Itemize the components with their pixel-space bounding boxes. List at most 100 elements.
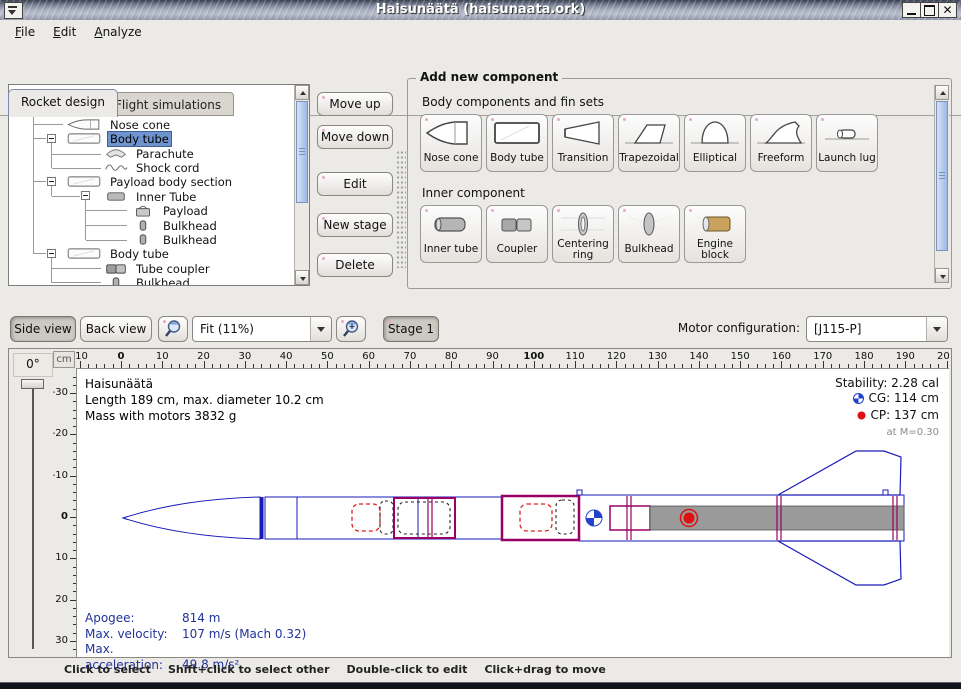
stability-value: Stability: 2.28 cal bbox=[835, 376, 939, 391]
tab-strip: Rocket designFlight simulations bbox=[0, 43, 961, 73]
horizontal-ruler: -100102030405060708090100110120130140150… bbox=[76, 351, 949, 368]
tree-item-label: Bulkhead bbox=[161, 219, 219, 233]
t-cord-icon bbox=[103, 161, 129, 174]
cp-value: CP: 137 cm bbox=[871, 408, 939, 422]
back-view-button[interactable]: Back view bbox=[80, 316, 152, 342]
tree-item-payload[interactable]: Payload bbox=[9, 203, 294, 217]
tree-expander-icon[interactable] bbox=[47, 134, 56, 143]
transition-button[interactable]: Transition bbox=[552, 114, 614, 172]
edit-button[interactable]: Edit bbox=[317, 172, 393, 196]
tree-item-bulkhead[interactable]: Bulkhead bbox=[9, 218, 294, 232]
new-stage-button[interactable]: New stage bbox=[317, 213, 393, 237]
tree-expander-icon[interactable] bbox=[47, 177, 56, 186]
move-up-button[interactable]: Move up bbox=[317, 92, 393, 116]
body-tube-icon bbox=[489, 118, 545, 148]
component-label: Centering ring bbox=[553, 239, 613, 263]
scroll-down-icon[interactable] bbox=[295, 270, 309, 285]
nose-cone-icon bbox=[423, 118, 479, 148]
rotation-angle-label: 0° bbox=[13, 353, 53, 377]
engine-block-button[interactable]: Engine block bbox=[684, 205, 746, 263]
tree-item-label: Inner Tube bbox=[134, 190, 198, 204]
tree-scrollbar[interactable] bbox=[294, 85, 309, 285]
fin-trap-icon bbox=[621, 118, 677, 148]
motor-config-label: Motor configuration: bbox=[640, 321, 800, 335]
body-tube-button[interactable]: Body tube bbox=[486, 114, 548, 172]
fin-free-icon bbox=[753, 118, 809, 148]
flight-stat-row: Apogee:814 m bbox=[85, 611, 306, 627]
tree-item-bulkhead[interactable]: Bulkhead bbox=[9, 232, 294, 246]
motor-config-value: [J115-P] bbox=[807, 317, 926, 341]
motor-config-select[interactable]: [J115-P] bbox=[806, 316, 948, 342]
minimize-button[interactable] bbox=[902, 2, 921, 18]
rotation-slider-handle[interactable] bbox=[21, 379, 44, 389]
t-bulk-icon bbox=[129, 219, 157, 232]
t-bulk-icon bbox=[103, 276, 129, 285]
t-nose-icon bbox=[65, 118, 103, 131]
coupler-button[interactable]: Coupler bbox=[486, 205, 548, 263]
menu-analyze[interactable]: Analyze bbox=[85, 22, 150, 42]
design-view: 0° cm -100102030405060708090100110120130… bbox=[8, 348, 952, 658]
inner-tube-icon bbox=[423, 209, 479, 239]
tree-item-label: Shock cord bbox=[134, 161, 201, 175]
component-label: Launch lug bbox=[818, 148, 876, 171]
nose-cone-button[interactable]: Nose cone bbox=[420, 114, 482, 172]
freeform-button[interactable]: Freeform bbox=[750, 114, 812, 172]
t-bulk-icon bbox=[129, 233, 157, 246]
scroll-up-icon[interactable] bbox=[935, 85, 949, 100]
zoom-in-button[interactable] bbox=[336, 316, 366, 342]
component-label: Transition bbox=[558, 148, 609, 171]
close-icon: ✕ bbox=[942, 4, 952, 16]
tab-rocket-design[interactable]: Rocket design bbox=[8, 89, 118, 117]
t-tube-icon bbox=[65, 132, 103, 145]
tree-item-label: Body tube bbox=[108, 247, 171, 261]
status-hint: Click+drag to move bbox=[484, 663, 605, 676]
add-component-panel: Add new component Body components and fi… bbox=[407, 78, 952, 289]
trapezoidal-button[interactable]: Trapezoidal bbox=[618, 114, 680, 172]
t-chute-icon bbox=[103, 147, 129, 160]
magnifier-minus-icon bbox=[162, 318, 184, 340]
group-label-0: Body components and fin sets bbox=[422, 95, 951, 109]
tree-item-label: Parachute bbox=[134, 147, 196, 161]
rocket-canvas[interactable]: Haisunäätä Length 189 cm, max. diameter … bbox=[76, 368, 949, 657]
zoom-level-value: Fit (11%) bbox=[193, 317, 310, 341]
menu-file[interactable]: File bbox=[6, 22, 44, 42]
scroll-down-icon[interactable] bbox=[935, 268, 949, 283]
centering-ring-button[interactable]: Centering ring bbox=[552, 205, 614, 263]
mach-note: at M=0.30 bbox=[835, 425, 939, 440]
component-label: Freeform bbox=[758, 148, 805, 171]
status-bar: Click to select Shift+click to select oth… bbox=[0, 660, 961, 682]
maximize-button[interactable] bbox=[920, 2, 939, 18]
bulkhead-button[interactable]: Bulkhead bbox=[618, 205, 680, 263]
splitter-handle[interactable] bbox=[396, 150, 406, 268]
elliptical-button[interactable]: Elliptical bbox=[684, 114, 746, 172]
tree-item-label: Payload body section bbox=[108, 175, 234, 189]
rotation-slider-track[interactable] bbox=[32, 385, 34, 649]
move-down-button[interactable]: Move down bbox=[317, 125, 393, 149]
launch-lug-button[interactable]: Launch lug bbox=[816, 114, 878, 172]
tree-item-label: Payload bbox=[161, 204, 210, 218]
scroll-up-icon[interactable] bbox=[295, 85, 309, 100]
tab-flight-simulations[interactable]: Flight simulations bbox=[102, 92, 234, 116]
t-tube-icon bbox=[65, 175, 103, 188]
title-bar[interactable]: Haisunäätä (haisunaata.ork) ✕ bbox=[0, 0, 961, 20]
status-hint: Click to select bbox=[64, 663, 151, 676]
chevron-down-icon bbox=[310, 317, 331, 341]
component-label: Trapezoidal bbox=[619, 148, 679, 171]
tree-expander-icon[interactable] bbox=[47, 249, 56, 258]
zoom-out-button[interactable] bbox=[158, 316, 188, 342]
close-button[interactable]: ✕ bbox=[938, 2, 957, 18]
component-label: Coupler bbox=[497, 239, 538, 262]
inner-tube-button[interactable]: Inner tube bbox=[420, 205, 482, 263]
fin-ell-icon bbox=[687, 118, 743, 148]
t-inner-icon bbox=[103, 190, 129, 203]
stage-1-toggle[interactable]: Stage 1 bbox=[383, 316, 439, 342]
menu-edit[interactable]: Edit bbox=[44, 22, 85, 42]
vertical-ruler: -30-20-100102030 bbox=[53, 368, 76, 656]
delete-button[interactable]: Delete bbox=[317, 253, 393, 277]
zoom-level-select[interactable]: Fit (11%) bbox=[192, 316, 332, 342]
cg-icon bbox=[853, 393, 864, 408]
tree-expander-icon[interactable] bbox=[81, 191, 90, 200]
component-scrollbar[interactable] bbox=[934, 85, 949, 283]
side-view-button[interactable]: Side view bbox=[10, 316, 76, 342]
status-hint: Shift+click to select other bbox=[168, 663, 330, 676]
